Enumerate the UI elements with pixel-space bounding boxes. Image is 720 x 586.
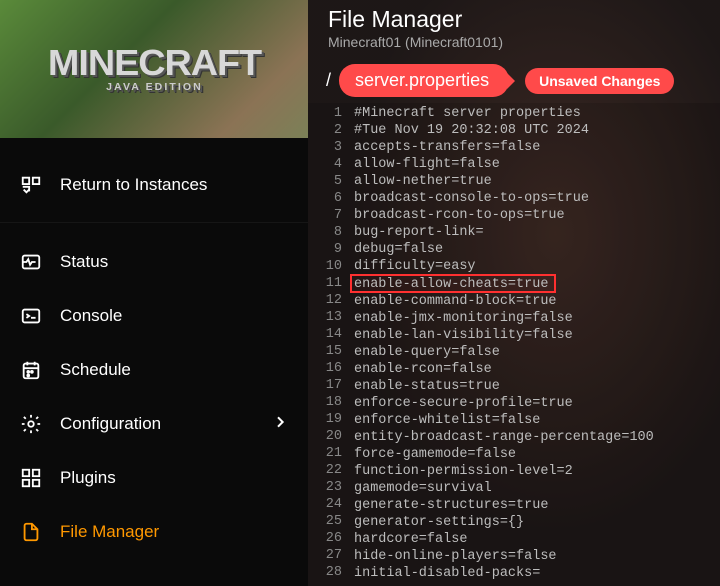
line-number: 5 [308,173,342,190]
code-line[interactable]: enable-command-block=true [350,293,720,310]
code-line[interactable]: bug-report-link= [350,224,720,241]
chevron-right-icon [272,414,288,435]
code-line[interactable]: initial-disabled-packs= [350,565,720,582]
return-icon [20,174,42,196]
page-title: File Manager [328,6,700,33]
code-line[interactable]: debug=false [350,241,720,258]
line-number: 7 [308,207,342,224]
line-number: 16 [308,360,342,377]
sidebar-item-configuration[interactable]: Configuration [0,397,308,451]
main-panel: File Manager Minecraft01 (Minecraft0101)… [308,0,720,586]
sidebar-nav: Return to Instances Status Console Sched… [0,138,308,586]
line-number: 17 [308,377,342,394]
logo-text: MINECRAFT JAVA EDITION [47,45,260,93]
code-line[interactable]: enforce-secure-profile=true [350,395,720,412]
code-line[interactable]: enable-rcon=false [350,361,720,378]
code-line[interactable]: enable-query=false [350,344,720,361]
code-line[interactable]: broadcast-rcon-to-ops=true [350,207,720,224]
line-number: 2 [308,122,342,139]
code-content[interactable]: #Minecraft server properties#Tue Nov 19 … [350,103,720,586]
line-number: 21 [308,445,342,462]
file-manager-icon [20,521,42,543]
page-header: File Manager Minecraft01 (Minecraft0101) [308,0,720,58]
breadcrumb-root[interactable]: / [326,70,331,91]
console-icon [20,305,42,327]
sidebar-item-plugins[interactable]: Plugins [0,451,308,505]
line-number: 26 [308,530,342,547]
code-line[interactable]: generator-settings={} [350,514,720,531]
nav-label: Schedule [60,360,131,380]
code-line[interactable]: hardcore=false [350,531,720,548]
nav-label: Configuration [60,414,161,434]
line-number: 8 [308,224,342,241]
nav-label: File Manager [60,522,159,542]
code-line[interactable]: #Minecraft server properties [350,105,720,122]
code-line[interactable]: accepts-transfers=false [350,139,720,156]
configuration-icon [20,413,42,435]
line-number: 14 [308,326,342,343]
code-line[interactable]: allow-flight=false [350,156,720,173]
code-line[interactable]: enable-allow-cheats=true [350,274,556,293]
line-number: 9 [308,241,342,258]
line-number-gutter: 1234567891011121314151617181920212223242… [308,103,350,586]
code-line[interactable]: #Tue Nov 19 20:32:08 UTC 2024 [350,122,720,139]
nav-label: Return to Instances [60,175,207,195]
nav-label: Plugins [60,468,116,488]
line-number: 13 [308,309,342,326]
line-number: 6 [308,190,342,207]
sidebar-item-file-manager[interactable]: File Manager [0,505,308,559]
code-line[interactable]: allow-nether=true [350,173,720,190]
sidebar-item-schedule[interactable]: Schedule [0,343,308,397]
code-line[interactable]: broadcast-console-to-ops=true [350,190,720,207]
line-number: 3 [308,139,342,156]
line-number: 12 [308,292,342,309]
sidebar-item-console[interactable]: Console [0,289,308,343]
line-number: 25 [308,513,342,530]
line-number: 24 [308,496,342,513]
line-number: 4 [308,156,342,173]
instance-logo[interactable]: MINECRAFT JAVA EDITION [0,0,308,138]
line-number: 11 [308,275,342,292]
breadcrumb: / server.properties Unsaved Changes [308,58,720,103]
code-line[interactable]: function-permission-level=2 [350,463,720,480]
line-number: 22 [308,462,342,479]
code-line[interactable]: gamemode=survival [350,480,720,497]
schedule-icon [20,359,42,381]
return-to-instances[interactable]: Return to Instances [0,148,308,223]
line-number: 15 [308,343,342,360]
code-line[interactable]: difficulty=easy [350,258,720,275]
code-line[interactable]: enable-lan-visibility=false [350,327,720,344]
code-line[interactable]: entity-broadcast-range-percentage=100 [350,429,720,446]
code-line[interactable]: hide-online-players=false [350,548,720,565]
code-line[interactable]: enable-status=true [350,378,720,395]
code-line[interactable]: generate-structures=true [350,497,720,514]
line-number: 1 [308,105,342,122]
page-subtitle: Minecraft01 (Minecraft0101) [328,34,700,50]
line-number: 19 [308,411,342,428]
sidebar: MINECRAFT JAVA EDITION Return to Instanc… [0,0,308,586]
nav-label: Console [60,306,122,326]
plugins-icon [20,467,42,489]
code-line[interactable]: force-gamemode=false [350,446,720,463]
code-line[interactable]: enable-jmx-monitoring=false [350,310,720,327]
status-icon [20,251,42,273]
line-number: 28 [308,564,342,581]
code-editor[interactable]: 1234567891011121314151617181920212223242… [308,103,720,586]
line-number: 18 [308,394,342,411]
breadcrumb-file[interactable]: server.properties [339,64,509,97]
line-number: 10 [308,258,342,275]
sidebar-item-status[interactable]: Status [0,235,308,289]
line-number: 20 [308,428,342,445]
unsaved-changes-badge: Unsaved Changes [525,68,674,94]
code-line[interactable]: enforce-whitelist=false [350,412,720,429]
nav-label: Status [60,252,108,272]
line-number: 23 [308,479,342,496]
line-number: 27 [308,547,342,564]
